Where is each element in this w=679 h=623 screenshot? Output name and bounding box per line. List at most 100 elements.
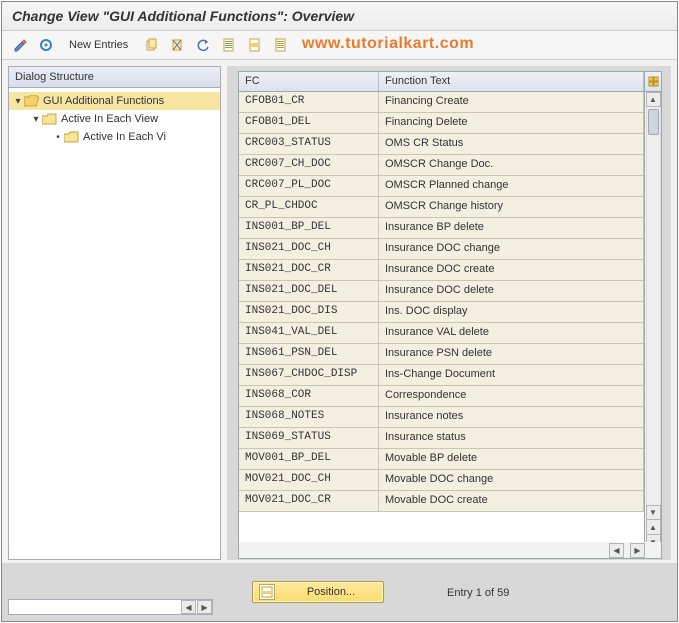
cell-fc[interactable]: INS068_NOTES: [239, 407, 379, 427]
scroll-thumb[interactable]: [648, 109, 659, 135]
undo-change-icon[interactable]: [193, 35, 213, 55]
table-row[interactable]: CR_PL_CHDOCOMSCR Change history: [239, 197, 644, 218]
cell-fc[interactable]: INS041_VAL_DEL: [239, 323, 379, 343]
table-row[interactable]: INS068_CORCorrespondence: [239, 386, 644, 407]
cell-fc[interactable]: CR_PL_CHDOC: [239, 197, 379, 217]
display-change-toggle-icon[interactable]: [10, 35, 30, 55]
tree-node-active-in-each-vi[interactable]: • Active In Each Vi: [9, 128, 220, 146]
tree-node-active-in-each-view[interactable]: ▾ Active In Each View: [9, 110, 220, 128]
scroll-up-icon[interactable]: ▲: [646, 92, 661, 107]
cell-function-text[interactable]: Financing Create: [379, 92, 644, 112]
table-row[interactable]: INS068_NOTESInsurance notes: [239, 407, 644, 428]
cell-function-text[interactable]: Movable DOC create: [379, 491, 644, 511]
cell-function-text[interactable]: Insurance BP delete: [379, 218, 644, 238]
table-row[interactable]: CFOB01_CRFinancing Create: [239, 92, 644, 113]
folder-icon: [41, 112, 57, 126]
cell-function-text[interactable]: Correspondence: [379, 386, 644, 406]
table-body: CFOB01_CRFinancing CreateCFOB01_DELFinan…: [239, 92, 644, 512]
table-row[interactable]: INS069_STATUSInsurance status: [239, 428, 644, 449]
cell-function-text[interactable]: Insurance DOC delete: [379, 281, 644, 301]
cell-fc[interactable]: INS068_COR: [239, 386, 379, 406]
cell-fc[interactable]: MOV021_DOC_CR: [239, 491, 379, 511]
cell-function-text[interactable]: OMSCR Change Doc.: [379, 155, 644, 175]
column-header-fc[interactable]: FC: [239, 72, 379, 91]
horizontal-scrollbar[interactable]: ◀ ▶: [238, 542, 662, 559]
table-row[interactable]: CRC007_PL_DOCOMSCR Planned change: [239, 176, 644, 197]
cell-fc[interactable]: INS069_STATUS: [239, 428, 379, 448]
table-row[interactable]: INS021_DOC_DELInsurance DOC delete: [239, 281, 644, 302]
cell-fc[interactable]: MOV021_DOC_CH: [239, 470, 379, 490]
scroll-right-icon[interactable]: ▶: [630, 543, 645, 558]
table-panel: FC Function Text CFOB01_CRFinancing Crea…: [227, 66, 671, 560]
table-row[interactable]: MOV001_BP_DELMovable BP delete: [239, 449, 644, 470]
cell-function-text[interactable]: Movable BP delete: [379, 449, 644, 469]
expand-toggle-icon[interactable]: ▾: [13, 96, 23, 107]
scroll-track[interactable]: [646, 107, 661, 505]
table-row[interactable]: INS001_BP_DELInsurance BP delete: [239, 218, 644, 239]
tree-horizontal-scrollbar[interactable]: ◀ ▶: [8, 599, 213, 615]
other-view-icon[interactable]: [36, 35, 56, 55]
select-block-icon[interactable]: [245, 35, 265, 55]
cell-fc[interactable]: CRC007_CH_DOC: [239, 155, 379, 175]
table-row[interactable]: INS041_VAL_DELInsurance VAL delete: [239, 323, 644, 344]
cell-function-text[interactable]: Insurance VAL delete: [379, 323, 644, 343]
cell-fc[interactable]: MOV001_BP_DEL: [239, 449, 379, 469]
cell-fc[interactable]: INS067_CHDOC_DISP: [239, 365, 379, 385]
table-configure-icon[interactable]: [645, 72, 661, 92]
table-row[interactable]: MOV021_DOC_CRMovable DOC create: [239, 491, 644, 512]
tree-node-label: Active In Each View: [57, 113, 158, 125]
table-row[interactable]: INS067_CHDOC_DISPIns-Change Document: [239, 365, 644, 386]
cell-fc[interactable]: CRC003_STATUS: [239, 134, 379, 154]
table-row[interactable]: INS021_DOC_CHInsurance DOC change: [239, 239, 644, 260]
watermark-text: www.tutorialkart.com: [302, 35, 474, 53]
cell-fc[interactable]: INS001_BP_DEL: [239, 218, 379, 238]
table-row[interactable]: CFOB01_DELFinancing Delete: [239, 113, 644, 134]
table-row[interactable]: INS061_PSN_DELInsurance PSN delete: [239, 344, 644, 365]
cell-fc[interactable]: CFOB01_DEL: [239, 113, 379, 133]
scroll-up2-icon[interactable]: ▲: [646, 520, 661, 535]
table-row[interactable]: CRC007_CH_DOCOMSCR Change Doc.: [239, 155, 644, 176]
tree-node-label: GUI Additional Functions: [39, 95, 164, 107]
cell-fc[interactable]: INS021_DOC_CR: [239, 260, 379, 280]
expand-toggle-icon[interactable]: ▾: [31, 114, 41, 125]
cell-function-text[interactable]: OMS CR Status: [379, 134, 644, 154]
sap-window: Change View "GUI Additional Functions": …: [1, 1, 678, 622]
cell-fc[interactable]: INS021_DOC_CH: [239, 239, 379, 259]
table-row[interactable]: CRC003_STATUSOMS CR Status: [239, 134, 644, 155]
tree-node-gui-additional-functions[interactable]: ▾ GUI Additional Functions: [9, 92, 220, 110]
cell-function-text[interactable]: Financing Delete: [379, 113, 644, 133]
cell-function-text[interactable]: Insurance PSN delete: [379, 344, 644, 364]
cell-fc[interactable]: CRC007_PL_DOC: [239, 176, 379, 196]
cell-function-text[interactable]: OMSCR Planned change: [379, 176, 644, 196]
cell-fc[interactable]: INS061_PSN_DEL: [239, 344, 379, 364]
cell-function-text[interactable]: Ins-Change Document: [379, 365, 644, 385]
cell-function-text[interactable]: Insurance notes: [379, 407, 644, 427]
copy-as-icon[interactable]: [141, 35, 161, 55]
position-button[interactable]: Position...: [252, 581, 384, 603]
cell-function-text[interactable]: Insurance DOC create: [379, 260, 644, 280]
cell-function-text[interactable]: Movable DOC change: [379, 470, 644, 490]
delete-icon[interactable]: [167, 35, 187, 55]
scroll-left-icon[interactable]: ◀: [609, 543, 624, 558]
table-row[interactable]: MOV021_DOC_CHMovable DOC change: [239, 470, 644, 491]
dialog-structure-panel: Dialog Structure ▾ GUI Additional Functi…: [8, 66, 221, 560]
cell-function-text[interactable]: Ins. DOC display: [379, 302, 644, 322]
cell-function-text[interactable]: OMSCR Change history: [379, 197, 644, 217]
entry-counter: Entry 1 of 59: [447, 587, 509, 599]
column-header-function-text[interactable]: Function Text: [379, 72, 644, 91]
table-row[interactable]: INS021_DOC_CRInsurance DOC create: [239, 260, 644, 281]
cell-fc[interactable]: INS021_DOC_DIS: [239, 302, 379, 322]
vertical-scrollbar[interactable]: ▲ ▼ ▲ ▼: [644, 72, 661, 550]
scroll-right-icon[interactable]: ▶: [197, 600, 212, 614]
cell-function-text[interactable]: Insurance DOC change: [379, 239, 644, 259]
new-entries-button[interactable]: New Entries: [62, 35, 135, 55]
scroll-down-icon[interactable]: ▼: [646, 505, 661, 520]
cell-fc[interactable]: CFOB01_CR: [239, 92, 379, 112]
deselect-all-icon[interactable]: [271, 35, 291, 55]
scroll-left-icon[interactable]: ◀: [181, 600, 196, 614]
cell-fc[interactable]: INS021_DOC_DEL: [239, 281, 379, 301]
cell-function-text[interactable]: Insurance status: [379, 428, 644, 448]
table-row[interactable]: INS021_DOC_DISIns. DOC display: [239, 302, 644, 323]
select-all-icon[interactable]: [219, 35, 239, 55]
tree-node-label: Active In Each Vi: [79, 131, 166, 143]
